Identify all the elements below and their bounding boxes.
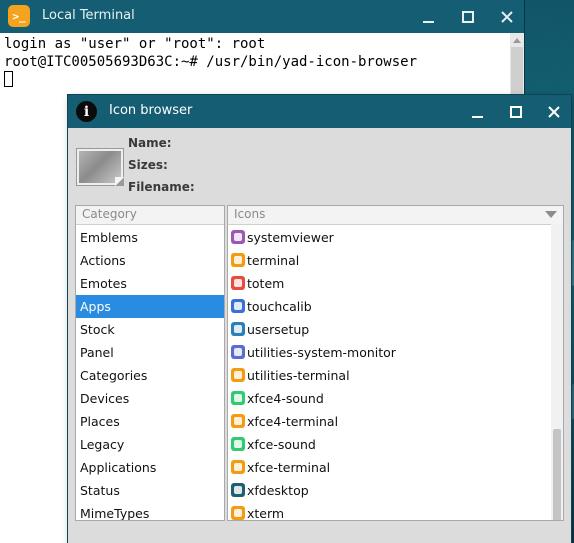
maximize-icon xyxy=(462,10,474,23)
category-column-header[interactable]: Category xyxy=(76,206,224,225)
icon-list-item[interactable]: xfce-terminal xyxy=(228,456,550,479)
maximize-button[interactable] xyxy=(453,0,483,33)
usersetup-icon xyxy=(231,322,245,336)
icon-browser-dialog: i Icon browser Name: Sizes: Filename: Ca… xyxy=(68,95,571,543)
category-item[interactable]: Status xyxy=(76,479,224,502)
category-item[interactable]: Apps xyxy=(76,295,224,318)
terminal-line: login as "user" or "root": root xyxy=(4,36,266,52)
filename-label: Filename: xyxy=(128,180,195,194)
terminal-window-title: Local Terminal xyxy=(42,8,135,23)
info-icon: i xyxy=(76,101,97,122)
sizes-label: Sizes: xyxy=(128,158,168,172)
icon-list-item[interactable]: utilities-terminal xyxy=(228,364,550,387)
sound-icon xyxy=(231,391,245,405)
totem-icon xyxy=(231,276,245,290)
icons-header-label: Icons xyxy=(234,207,266,221)
terminal-icon xyxy=(231,253,245,267)
terminal-cursor-line xyxy=(4,71,510,89)
icon-list-item[interactable]: touchcalib xyxy=(228,295,550,318)
category-item[interactable]: Emotes xyxy=(76,272,224,295)
maximize-icon xyxy=(510,105,522,118)
icon-list-item[interactable]: utilities-system-monitor xyxy=(228,341,550,364)
close-button[interactable] xyxy=(539,95,569,128)
category-item[interactable]: Panel xyxy=(76,341,224,364)
text-cursor xyxy=(4,71,13,87)
terminal-titlebar[interactable]: >_ Local Terminal xyxy=(0,0,524,33)
name-label: Name: xyxy=(128,136,172,150)
icon-list-item-label: xfce-sound xyxy=(247,437,316,452)
icon-list-item-label: xfce4-sound xyxy=(247,391,324,406)
icon-list-item[interactable]: xfce-sound xyxy=(228,433,550,456)
category-item[interactable]: Emblems xyxy=(76,226,224,249)
terminal-icon xyxy=(231,460,245,474)
touchcalib-icon xyxy=(231,299,245,313)
terminal-icon xyxy=(231,414,245,428)
minimize-button[interactable] xyxy=(414,0,444,33)
icon-list-item-label: terminal xyxy=(247,253,300,268)
system-monitor-icon xyxy=(231,345,245,359)
category-item[interactable]: Actions xyxy=(76,249,224,272)
systemviewer-icon xyxy=(231,230,245,244)
icons-scroll-thumb[interactable] xyxy=(553,429,561,520)
category-list-body: Emblems Actions Emotes Apps Stock Panel Catego… xyxy=(76,224,224,520)
category-item[interactable]: Stock xyxy=(76,318,224,341)
icon-list-item[interactable]: totem xyxy=(228,272,550,295)
icon-list-item[interactable]: xterm xyxy=(228,502,550,520)
icon-list-item[interactable]: terminal xyxy=(228,249,550,272)
terminal-icon xyxy=(231,506,245,520)
close-icon xyxy=(501,10,513,23)
icon-list-item-label: utilities-terminal xyxy=(247,368,350,383)
category-item[interactable]: MimeTypes xyxy=(76,502,224,520)
icons-list[interactable]: Icons xterm xfdesktop xfce-terminal xfce-so… xyxy=(227,205,564,521)
category-item[interactable]: Applications xyxy=(76,456,224,479)
icon-list-item-label: xfce4-terminal xyxy=(247,414,339,429)
terminal-app-icon: >_ xyxy=(8,5,30,27)
icon-list-item-label: utilities-system-monitor xyxy=(247,345,396,360)
icon-list-item-label: totem xyxy=(247,276,285,291)
category-item[interactable]: Categories xyxy=(76,364,224,387)
category-item[interactable]: Places xyxy=(76,410,224,433)
icon-list-item[interactable]: xfce4-sound xyxy=(228,387,550,410)
icons-column-header[interactable]: Icons xyxy=(228,206,563,225)
icon-preview xyxy=(76,148,124,186)
preview-fold xyxy=(115,177,124,186)
dialog-title: Icon browser xyxy=(109,103,193,118)
icons-list-body: xterm xfdesktop xfce-terminal xfce-sound xfc… xyxy=(228,224,563,520)
icon-list-item-label: touchcalib xyxy=(247,299,312,314)
category-item[interactable]: Devices xyxy=(76,387,224,410)
terminal-icon xyxy=(231,368,245,382)
terminal-line: root@ITC00505693D63C:~# /usr/bin/yad-ico… xyxy=(4,54,418,70)
icon-list-item-label: usersetup xyxy=(247,322,310,337)
icons-scrollbar[interactable] xyxy=(551,224,563,520)
chevron-up-icon xyxy=(513,38,521,43)
icon-list-item[interactable]: usersetup xyxy=(228,318,550,341)
category-item[interactable]: Legacy xyxy=(76,433,224,456)
icon-list-item-label: xfdesktop xyxy=(247,483,309,498)
sound-icon xyxy=(231,437,245,451)
icon-list-item-label: systemviewer xyxy=(247,230,334,245)
minimize-icon xyxy=(472,115,483,118)
minimize-icon xyxy=(423,20,434,23)
close-icon xyxy=(548,105,560,118)
dialog-titlebar[interactable]: i Icon browser xyxy=(68,95,571,128)
icon-list-item-label: xfce-terminal xyxy=(247,460,331,475)
sort-descending-icon[interactable] xyxy=(545,211,557,218)
category-list[interactable]: Category Emblems Actions Emotes Apps Stock Pa… xyxy=(75,205,225,521)
maximize-button[interactable] xyxy=(501,95,531,128)
scroll-up-button[interactable] xyxy=(510,33,524,47)
icon-list-item[interactable]: xfce4-terminal xyxy=(228,410,550,433)
close-button[interactable] xyxy=(492,0,522,33)
minimize-button[interactable] xyxy=(463,95,493,128)
icon-list-item[interactable]: xfdesktop xyxy=(228,479,550,502)
xfdesktop-icon xyxy=(231,483,245,497)
icon-list-item[interactable]: systemviewer xyxy=(228,226,550,249)
icon-list-item-label: xterm xyxy=(247,506,285,520)
